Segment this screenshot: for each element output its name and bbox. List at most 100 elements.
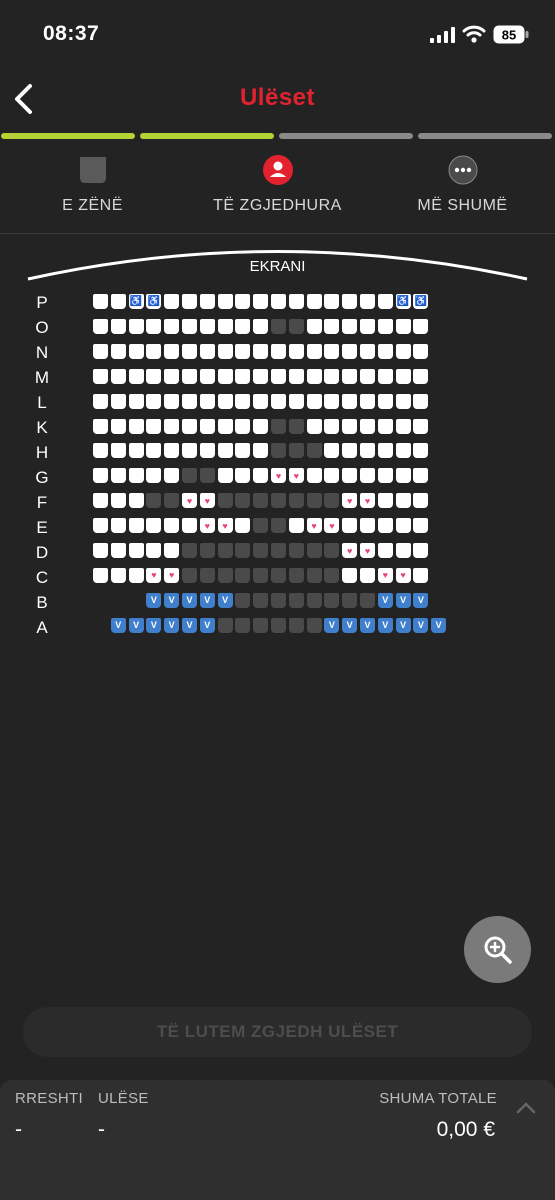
- seat-available[interactable]: [377, 393, 393, 409]
- seat-available[interactable]: [360, 368, 375, 384]
- seat-available[interactable]: [199, 418, 215, 434]
- seat-vip[interactable]: V: [182, 592, 197, 608]
- select-seats-button[interactable]: TË LUTEM ZGJEDH ULËSET: [23, 1007, 532, 1057]
- seat-available[interactable]: [342, 294, 358, 309]
- seat-available[interactable]: [324, 418, 340, 434]
- seat-available[interactable]: [146, 518, 162, 534]
- seat-available[interactable]: [413, 493, 429, 509]
- seat-available[interactable]: [395, 393, 411, 409]
- seat-love-sofa[interactable]: ♥: [360, 493, 375, 509]
- seat-available[interactable]: [377, 418, 393, 434]
- seat-available[interactable]: [93, 518, 108, 534]
- seat-vip[interactable]: V: [164, 592, 180, 608]
- seat-available[interactable]: [164, 418, 180, 434]
- seat-available[interactable]: [217, 368, 233, 384]
- seat-vip[interactable]: V: [182, 617, 197, 633]
- seat-available[interactable]: [110, 493, 126, 509]
- seat-available[interactable]: [342, 468, 358, 484]
- seat-available[interactable]: [128, 318, 144, 334]
- seat-available[interactable]: [199, 343, 215, 359]
- seat-available[interactable]: [271, 343, 286, 359]
- seat-available[interactable]: [342, 393, 358, 409]
- seat-wheelchair[interactable]: ♿: [395, 294, 411, 309]
- seat-vip[interactable]: V: [324, 617, 340, 633]
- seat-available[interactable]: [395, 318, 411, 334]
- seat-love-sofa[interactable]: ♥: [342, 493, 358, 509]
- seat-love-sofa[interactable]: ♥: [288, 468, 304, 484]
- seat-available[interactable]: [199, 393, 215, 409]
- seat-available[interactable]: [146, 343, 162, 359]
- seat-love-sofa[interactable]: ♥: [146, 567, 162, 583]
- seat-available[interactable]: [235, 468, 251, 484]
- seat-available[interactable]: [182, 343, 197, 359]
- seat-available[interactable]: [199, 368, 215, 384]
- seat-available[interactable]: [164, 393, 180, 409]
- seat-love-sofa[interactable]: ♥: [182, 493, 197, 509]
- seat-available[interactable]: [199, 443, 215, 459]
- seat-available[interactable]: [413, 368, 429, 384]
- seat-vip[interactable]: V: [413, 592, 429, 608]
- seat-available[interactable]: [217, 294, 233, 309]
- seat-available[interactable]: [395, 418, 411, 434]
- seat-available[interactable]: [182, 443, 197, 459]
- seat-love-sofa[interactable]: ♥: [377, 567, 393, 583]
- tab-more[interactable]: MË SHUMË: [370, 140, 555, 234]
- seat-available[interactable]: [324, 393, 340, 409]
- seat-available[interactable]: [128, 493, 144, 509]
- seat-available[interactable]: [413, 567, 429, 583]
- seat-available[interactable]: [271, 393, 286, 409]
- seat-available[interactable]: [342, 368, 358, 384]
- seat-available[interactable]: [360, 567, 375, 583]
- seat-love-sofa[interactable]: ♥: [395, 567, 411, 583]
- seat-available[interactable]: [377, 518, 393, 534]
- seat-available[interactable]: [271, 368, 286, 384]
- seat-available[interactable]: [377, 493, 393, 509]
- seat-available[interactable]: [377, 294, 393, 309]
- seat-available[interactable]: [182, 518, 197, 534]
- seat-available[interactable]: [377, 468, 393, 484]
- seat-available[interactable]: [128, 443, 144, 459]
- seat-available[interactable]: [360, 468, 375, 484]
- seat-available[interactable]: [110, 543, 126, 558]
- seat-available[interactable]: [395, 518, 411, 534]
- seat-available[interactable]: [93, 393, 108, 409]
- seat-available[interactable]: [164, 318, 180, 334]
- seat-available[interactable]: [253, 393, 269, 409]
- seat-available[interactable]: [128, 567, 144, 583]
- seat-available[interactable]: [306, 343, 322, 359]
- seat-available[interactable]: [235, 294, 251, 309]
- seat-available[interactable]: [395, 493, 411, 509]
- seat-available[interactable]: [235, 368, 251, 384]
- seat-available[interactable]: [342, 443, 358, 459]
- seat-available[interactable]: [395, 443, 411, 459]
- seat-available[interactable]: [288, 518, 304, 534]
- seat-available[interactable]: [395, 543, 411, 558]
- seat-available[interactable]: [360, 318, 375, 334]
- seat-vip[interactable]: V: [199, 617, 215, 633]
- seat-vip[interactable]: V: [128, 617, 144, 633]
- seat-love-sofa[interactable]: ♥: [217, 518, 233, 534]
- seat-available[interactable]: [164, 518, 180, 534]
- seat-vip[interactable]: V: [395, 592, 411, 608]
- seat-available[interactable]: [93, 294, 108, 309]
- seat-love-sofa[interactable]: ♥: [306, 518, 322, 534]
- seat-available[interactable]: [146, 318, 162, 334]
- chevron-up-icon[interactable]: [515, 1100, 537, 1116]
- seat-available[interactable]: [324, 443, 340, 459]
- seat-vip[interactable]: V: [217, 592, 233, 608]
- seat-vip[interactable]: V: [146, 592, 162, 608]
- seat-love-sofa[interactable]: ♥: [324, 518, 340, 534]
- seat-vip[interactable]: V: [110, 617, 126, 633]
- seat-available[interactable]: [182, 368, 197, 384]
- seat-available[interactable]: [395, 468, 411, 484]
- seat-available[interactable]: [93, 468, 108, 484]
- seat-available[interactable]: [110, 518, 126, 534]
- seat-available[interactable]: [128, 468, 144, 484]
- tab-taken[interactable]: E ZËNË: [0, 140, 185, 234]
- seat-available[interactable]: [306, 468, 322, 484]
- seat-vip[interactable]: V: [360, 617, 375, 633]
- seat-available[interactable]: [110, 418, 126, 434]
- seat-available[interactable]: [306, 418, 322, 434]
- seat-vip[interactable]: V: [199, 592, 215, 608]
- seat-wheelchair[interactable]: ♿: [146, 294, 162, 309]
